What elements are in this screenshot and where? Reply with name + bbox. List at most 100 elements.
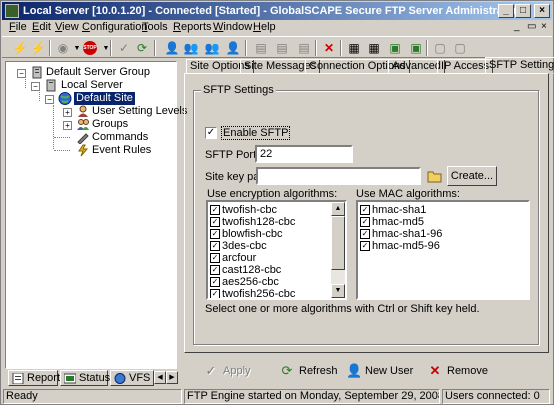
list-item[interactable]: ✓ hmac-sha1 <box>360 204 426 216</box>
item-checkbox[interactable]: ✓ <box>210 229 220 240</box>
tab-scroll-left-icon[interactable]: ◀ <box>154 371 166 384</box>
stop-server-icon[interactable]: STOP <box>82 40 98 56</box>
menu-file[interactable]: File <box>9 21 27 33</box>
folder-icon[interactable]: ▤ <box>274 40 290 56</box>
list-item[interactable]: ✓ blowfish-cbc <box>210 228 283 240</box>
create-button[interactable]: Create... <box>447 166 497 186</box>
tree-expander-site[interactable]: − <box>45 95 54 104</box>
log-icon[interactable]: ▦ <box>366 40 382 56</box>
server-tree[interactable]: − Default Server Group − Local Server − … <box>5 61 187 369</box>
encryption-algorithms-list[interactable]: ✓ twofish-cbc ✓ twofish128-cbc ✓ blowfish-c… <box>206 200 347 300</box>
enable-sftp-label[interactable]: Enable SFTP <box>221 126 291 140</box>
scroll-down-icon[interactable]: ▼ <box>331 284 345 298</box>
refresh-icon[interactable]: ⟳ <box>134 40 150 56</box>
connect-icon[interactable]: ⚡ <box>12 40 28 56</box>
maximize-button[interactable]: □ <box>515 4 531 18</box>
mdi-close-icon[interactable]: × <box>541 21 547 32</box>
item-checkbox[interactable]: ✓ <box>210 205 220 216</box>
menu-view[interactable]: View <box>55 21 79 33</box>
menu-edit[interactable]: Edit <box>32 21 51 33</box>
tree-expander-groups[interactable]: + <box>63 121 72 130</box>
tree-item-default-site[interactable]: Default Site <box>74 92 135 105</box>
tab-scroll-right-icon[interactable]: ▶ <box>166 371 178 384</box>
toolbar-separator <box>49 40 51 56</box>
tree-item-user-setting-levels[interactable]: User Setting Levels <box>92 105 187 118</box>
list-item[interactable]: ✓ hmac-md5 <box>360 216 424 228</box>
tree-expander-user-levels[interactable]: + <box>63 108 72 117</box>
user-icon[interactable]: 👤 <box>164 40 180 56</box>
item-checkbox[interactable]: ✓ <box>210 277 220 288</box>
item-checkbox[interactable]: ✓ <box>360 205 370 216</box>
remove-button[interactable]: ✕ Remove <box>427 362 488 380</box>
list-item[interactable]: ✓ cast128-cbc <box>210 264 281 276</box>
tab-vfs[interactable]: VFS <box>110 370 154 386</box>
user-settings-icon[interactable]: 👤 <box>225 40 241 56</box>
users-icon[interactable]: 👥 <box>183 40 199 56</box>
toolbar-separator <box>315 40 317 56</box>
item-checkbox[interactable]: ✓ <box>210 265 220 276</box>
remove-x-icon: ✕ <box>429 363 441 378</box>
item-checkbox[interactable]: ✓ <box>360 229 370 240</box>
folder-new-icon[interactable]: ▤ <box>253 40 269 56</box>
sftp-port-input[interactable]: 22 <box>255 145 353 163</box>
minimize-button[interactable]: _ <box>498 4 514 18</box>
tree-item-local-server[interactable]: Local Server <box>61 79 123 92</box>
item-checkbox[interactable]: ✓ <box>210 253 220 264</box>
user-group-icon[interactable]: 👥 <box>204 40 220 56</box>
list-item[interactable]: ✓ hmac-md5-96 <box>360 240 440 252</box>
tree-item-server-group[interactable]: Default Server Group <box>46 66 150 79</box>
browse-folder-icon[interactable] <box>427 168 443 184</box>
help-icon[interactable]: ▢ <box>432 40 448 56</box>
enable-sftp-checkbox[interactable]: ✓ <box>205 127 217 139</box>
menu-window[interactable]: Window <box>213 21 252 33</box>
close-button[interactable]: × <box>534 4 550 18</box>
monitor-icon[interactable]: ▣ <box>387 40 403 56</box>
mdi-minimize-icon[interactable]: _ <box>514 21 520 32</box>
report-icon[interactable]: ▦ <box>346 40 362 56</box>
list-item[interactable]: ✓ twofish256-cbc <box>210 288 295 298</box>
list-item[interactable]: ✓ twofish-cbc <box>210 204 277 216</box>
console-icon[interactable]: ▣ <box>408 40 424 56</box>
status-users: Users connected: 0 <box>442 389 550 404</box>
mac-algorithms-list[interactable]: ✓ hmac-sha1 ✓ hmac-md5 ✓ hmac-sha1-96 ✓ hmac… <box>356 200 530 300</box>
about-icon[interactable]: ▢ <box>452 40 468 56</box>
list-item[interactable]: ✓ arcfour <box>210 252 256 264</box>
folder-edit-icon[interactable]: ▤ <box>296 40 312 56</box>
status-bar: Ready FTP Engine started on Monday, Sept… <box>2 388 553 405</box>
item-checkbox[interactable]: ✓ <box>210 289 220 298</box>
tab-sftp-settings[interactable]: SFTP Settings <box>485 57 554 74</box>
new-user-button[interactable]: 👤 New User <box>345 362 413 380</box>
list-item[interactable]: ✓ twofish128-cbc <box>210 216 295 228</box>
menu-tools[interactable]: Tools <box>142 21 168 33</box>
refresh-button[interactable]: ⟳ Refresh <box>279 362 338 380</box>
menu-help[interactable]: Help <box>253 21 276 33</box>
tab-status[interactable]: Status <box>60 370 110 386</box>
item-checkbox[interactable]: ✓ <box>210 217 220 228</box>
tab-report[interactable]: Report <box>8 370 60 386</box>
delete-icon[interactable]: ✕ <box>321 40 337 56</box>
title-bar[interactable]: Local Server [10.0.1.20] - Connected [St… <box>2 2 552 20</box>
site-key-pair-input[interactable] <box>256 167 421 185</box>
tree-item-commands[interactable]: Commands <box>92 131 148 144</box>
disconnect-icon[interactable]: ⚡ <box>30 40 46 56</box>
scroll-thumb[interactable] <box>331 216 345 270</box>
item-checkbox[interactable]: ✓ <box>360 241 370 252</box>
apply-button[interactable]: ✓ Apply <box>203 362 251 380</box>
menu-reports[interactable]: Reports <box>173 21 212 33</box>
check-icon[interactable]: ✓ <box>116 40 132 56</box>
tree-expander-server[interactable]: − <box>31 82 40 91</box>
mdi-restore-icon[interactable]: ▭ <box>527 21 536 32</box>
encryption-list-scrollbar[interactable]: ▲ ▼ <box>331 202 345 298</box>
tree-expander-root[interactable]: − <box>17 69 26 78</box>
item-checkbox[interactable]: ✓ <box>210 241 220 252</box>
tree-item-event-rules[interactable]: Event Rules <box>92 144 151 157</box>
tree-item-groups[interactable]: Groups <box>92 118 128 131</box>
menu-configuration[interactable]: Configuration <box>82 21 147 33</box>
scroll-up-icon[interactable]: ▲ <box>331 202 345 216</box>
window-title: Local Server [10.0.1.20] - Connected [St… <box>23 5 518 17</box>
list-item[interactable]: ✓ aes256-cbc <box>210 276 279 288</box>
item-checkbox[interactable]: ✓ <box>360 217 370 228</box>
app-window: Local Server [10.0.1.20] - Connected [St… <box>0 0 554 405</box>
list-item[interactable]: ✓ hmac-sha1-96 <box>360 228 442 240</box>
list-item[interactable]: ✓ 3des-cbc <box>210 240 267 252</box>
